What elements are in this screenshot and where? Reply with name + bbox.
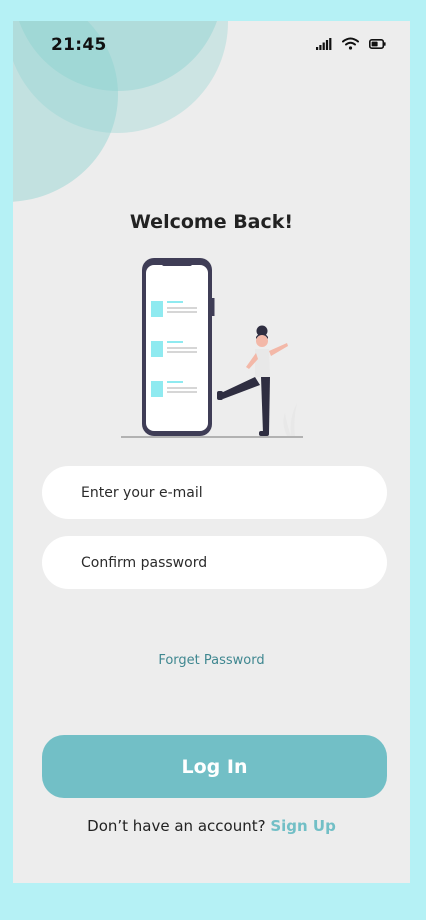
battery-icon [369, 38, 386, 49]
login-button[interactable]: Log In [42, 735, 387, 798]
forgot-password-link[interactable]: Forget Password [13, 653, 410, 668]
login-screen: 21:45 Welcome Back! Enter your e-mail Fo… [13, 21, 410, 883]
password-field[interactable] [42, 536, 387, 589]
signup-prompt: Don’t have an account? Sign Up [13, 817, 410, 835]
signup-prompt-text: Don’t have an account? [87, 817, 266, 835]
signal-bars-icon [316, 37, 332, 50]
status-time: 21:45 [51, 35, 107, 55]
wifi-icon [342, 37, 359, 50]
page-title: Welcome Back! [129, 211, 294, 233]
login-illustration [121, 258, 303, 438]
password-input[interactable] [79, 553, 387, 572]
email-field[interactable] [42, 466, 387, 519]
status-icons [316, 37, 386, 50]
email-input[interactable] [79, 483, 387, 502]
signup-link[interactable]: Sign Up [270, 817, 336, 835]
